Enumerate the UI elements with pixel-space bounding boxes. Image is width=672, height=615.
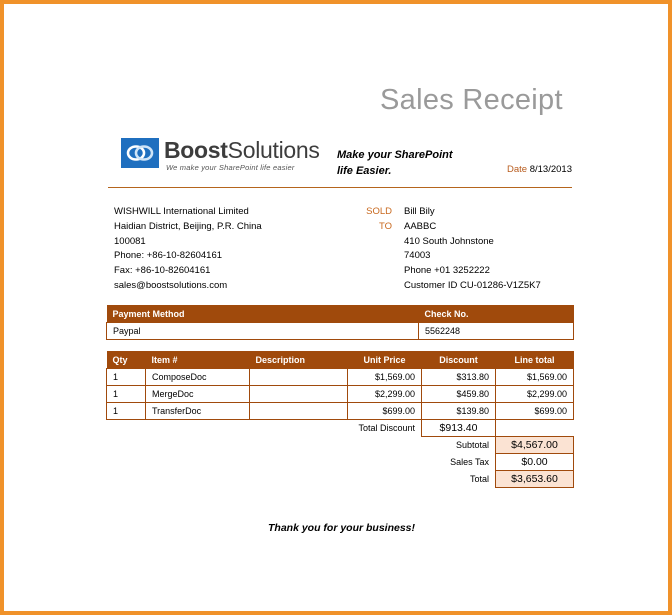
brand-name: BoostSolutions: [164, 137, 320, 163]
total-discount-value: $913.40: [421, 419, 496, 437]
sales-tax-row: Sales Tax $0.00: [107, 453, 574, 471]
total-discount-row: Total Discount $913.40: [107, 419, 574, 437]
page-title: Sales Receipt: [380, 84, 563, 116]
slogan: Make your SharePoint life Easier.: [337, 149, 453, 177]
table-row: 1 TransferDoc $699.00 $139.80 $699.00: [106, 402, 574, 420]
table-row: 1 MergeDoc $2,299.00 $459.80 $2,299.00: [106, 385, 574, 403]
customer-info: Bill Bily AABBC 410 South Johnstone 7400…: [404, 206, 541, 291]
subtotal-label: Subtotal: [455, 440, 489, 451]
payment-method-value: Paypal: [106, 322, 419, 340]
total-discount-label: Total Discount: [358, 423, 415, 434]
discount-header: Discount: [421, 351, 496, 369]
date-label: Date: [507, 164, 528, 175]
total-value: $3,653.60: [495, 470, 574, 488]
sales-tax-value: $0.00: [495, 453, 574, 471]
line-total-header: Line total: [495, 351, 574, 369]
receipt-date: Date 8/13/2013: [507, 164, 572, 175]
item-header: Item #: [145, 351, 250, 369]
table-row: 1 ComposeDoc $1,569.00 $313.80 $1,569.00: [106, 368, 574, 386]
subtotal-value: $4,567.00: [495, 436, 574, 454]
total-label: Total: [469, 474, 489, 484]
unit-price-header: Unit Price: [347, 351, 422, 369]
payment-table: Payment Method Check No. Paypal 5562248: [106, 305, 574, 340]
payment-method-header: Payment Method: [106, 305, 419, 323]
header-divider: [108, 187, 572, 188]
check-no-value: 5562248: [418, 322, 574, 340]
boostsolutions-logo-icon: [121, 138, 159, 168]
items-table: Qty Item # Description Unit Price Discou…: [106, 351, 574, 488]
receipt-page: Sales Receipt BoostSolutions We make you…: [0, 0, 672, 615]
seller-address: WISHWILL International Limited Haidian D…: [114, 206, 262, 291]
qty-header: Qty: [106, 351, 146, 369]
check-no-header: Check No.: [418, 305, 574, 323]
sold-to-label: SOLD TO: [366, 206, 392, 232]
brand-tagline: We make your SharePoint life easier: [166, 163, 295, 172]
sales-tax-label: Sales Tax: [450, 457, 489, 467]
thank-you-note: Thank you for your business!: [268, 522, 416, 534]
subtotal-row: Subtotal $4,567.00: [107, 436, 574, 454]
total-row: Total $3,653.60: [107, 470, 574, 488]
description-header: Description: [249, 351, 348, 369]
date-value: 8/13/2013: [529, 164, 572, 175]
